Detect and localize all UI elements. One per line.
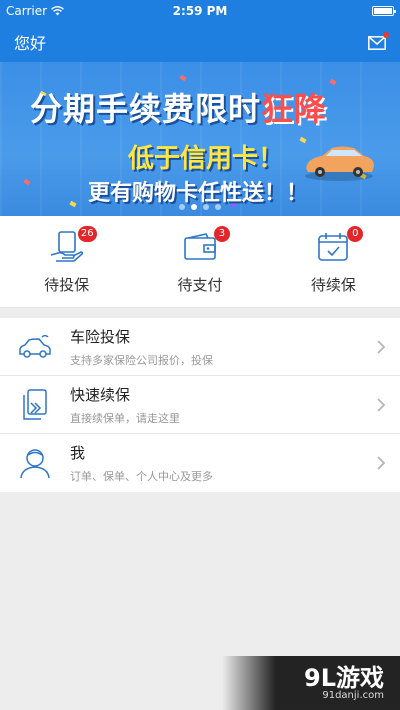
car-insurance-icon — [19, 334, 51, 358]
banner-subheadline: 低于信用卡！ — [128, 144, 285, 174]
chevron-right-icon — [377, 456, 386, 470]
menu-item-subtitle: 直接续保单，请走这里 — [70, 411, 180, 425]
page-title: 您好 — [14, 34, 47, 53]
banner-headline: 分期手续费限时狂降 — [30, 90, 328, 128]
quick-action-pending-insure[interactable]: 26 待投保 — [0, 216, 133, 307]
carousel-dot[interactable] — [179, 204, 185, 210]
mail-button[interactable] — [368, 32, 389, 50]
status-bar: Carrier 2:59 PM — [0, 0, 400, 22]
mail-icon — [368, 36, 386, 50]
watermark: 9L游戏 91danji.com — [222, 656, 400, 710]
banner-tagline: 更有购物卡任性送！！ — [88, 181, 309, 206]
carousel-dot[interactable] — [203, 204, 209, 210]
badge-count: 3 — [213, 226, 230, 242]
wallet-icon — [184, 233, 216, 260]
watermark-logo: 9L游戏 — [304, 663, 384, 692]
menu-item-title: 快速续保 — [70, 385, 131, 404]
menu-item-title: 车险投保 — [70, 327, 131, 346]
chevron-right-icon — [377, 397, 386, 412]
carousel-dot-active[interactable] — [191, 204, 197, 210]
status-time: 2:59 PM — [172, 4, 228, 18]
quick-action-label: 待支付 — [177, 276, 223, 294]
quick-action-pending-renew[interactable]: 0 待续保 — [267, 216, 400, 307]
carousel-dot[interactable] — [215, 204, 221, 210]
quick-action-pending-pay[interactable]: 3 待支付 — [133, 216, 266, 307]
badge-count: 26 — [77, 226, 97, 242]
carousel-indicator[interactable] — [0, 204, 400, 210]
unread-dot — [383, 32, 389, 38]
menu-item-subtitle: 支持多家保险公司报价，投保 — [70, 353, 213, 367]
quick-actions: 26 待投保 3 待支付 0 待续保 — [0, 216, 400, 308]
user-icon — [20, 449, 50, 479]
menu-item-title: 我 — [70, 444, 86, 462]
menu-item-subtitle: 订单、保单、个人中心及更多 — [70, 470, 213, 483]
quick-action-label: 待投保 — [44, 276, 90, 294]
renew-document-icon — [23, 388, 47, 420]
battery-icon — [372, 6, 396, 16]
menu-item-me[interactable]: 我 订单、保单、个人中心及更多 — [0, 434, 400, 492]
calendar-check-icon — [318, 233, 349, 261]
promo-banner[interactable]: 分期手续费限时狂降 低于信用卡！ 更有购物卡任性送！！ — [0, 62, 400, 216]
quick-action-label: 待续保 — [310, 276, 356, 294]
menu-list: 车险投保 支持多家保险公司报价，投保 快速续保 直接续保单，请走这里 我 订单、… — [0, 318, 400, 492]
car-illustration — [305, 146, 374, 181]
menu-item-car-insurance[interactable]: 车险投保 支持多家保险公司报价，投保 — [0, 318, 400, 376]
badge-count: 0 — [347, 226, 364, 242]
chevron-right-icon — [377, 339, 386, 354]
nav-bar: 您好 — [0, 22, 400, 62]
menu-item-quick-renew[interactable]: 快速续保 直接续保单，请走这里 — [0, 376, 400, 434]
